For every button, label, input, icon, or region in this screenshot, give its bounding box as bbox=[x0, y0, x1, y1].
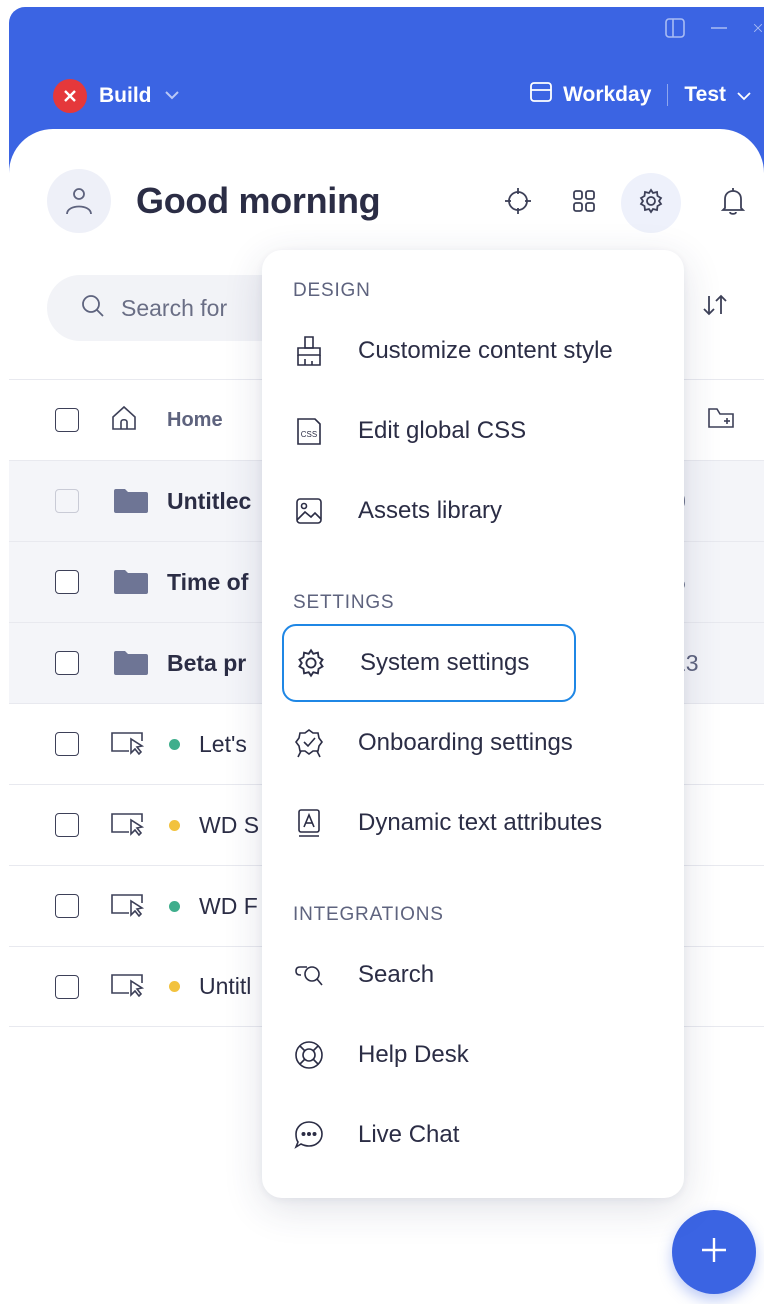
search-input[interactable] bbox=[121, 294, 271, 322]
menu-item-onboarding-settings[interactable]: Onboarding settings bbox=[282, 704, 576, 782]
sort-arrows-icon bbox=[701, 294, 729, 321]
text-attribute-icon bbox=[292, 806, 326, 840]
apps-button[interactable] bbox=[554, 173, 614, 233]
status-dot bbox=[169, 900, 180, 912]
bell-icon bbox=[720, 186, 746, 221]
menu-item-edit-global-css[interactable]: CSS Edit global CSS bbox=[282, 392, 576, 470]
status-dot bbox=[169, 738, 180, 750]
plus-icon bbox=[699, 1235, 729, 1270]
close-build-icon[interactable] bbox=[53, 79, 87, 113]
environment-mode: Test bbox=[684, 83, 726, 106]
menu-item-label: Search bbox=[358, 961, 435, 988]
row-checkbox[interactable] bbox=[55, 732, 79, 756]
home-icon bbox=[109, 403, 139, 438]
select-all-checkbox[interactable] bbox=[55, 408, 79, 432]
chevron-down-icon bbox=[736, 83, 752, 107]
item-title: Untitlec bbox=[167, 487, 252, 514]
row-checkbox[interactable] bbox=[55, 570, 79, 594]
window-controls bbox=[664, 17, 764, 39]
walkthru-icon bbox=[109, 891, 147, 922]
grid-icon bbox=[572, 189, 596, 218]
gear-icon bbox=[638, 187, 664, 219]
menu-item-label: Help Desk bbox=[358, 1041, 469, 1068]
menu-item-live-chat[interactable]: Live Chat bbox=[282, 1096, 576, 1174]
status-dot bbox=[169, 981, 180, 992]
row-checkbox[interactable] bbox=[55, 974, 79, 999]
paint-brush-icon bbox=[292, 334, 326, 368]
item-title: Let's bbox=[199, 730, 247, 757]
sidebar-toggle-icon[interactable] bbox=[664, 17, 686, 39]
new-folder-icon[interactable] bbox=[706, 405, 736, 436]
lifebuoy-icon bbox=[292, 1038, 326, 1072]
settings-button[interactable] bbox=[621, 173, 681, 233]
row-checkbox[interactable] bbox=[55, 651, 79, 675]
chat-bubble-icon bbox=[292, 1118, 326, 1152]
folder-icon bbox=[114, 570, 148, 594]
divider bbox=[667, 84, 669, 106]
page-title: Good morning bbox=[136, 180, 381, 221]
menu-item-system-settings[interactable]: System settings bbox=[282, 624, 576, 702]
target-button[interactable] bbox=[488, 173, 548, 233]
menu-item-assets-library[interactable]: Assets library bbox=[282, 472, 576, 550]
status-dot bbox=[169, 819, 180, 831]
folder-icon bbox=[114, 651, 148, 675]
minimize-icon[interactable] bbox=[708, 17, 730, 39]
svg-text:CSS: CSS bbox=[301, 430, 317, 439]
breadcrumb-home[interactable]: Home bbox=[167, 409, 223, 432]
item-title: WD F bbox=[199, 892, 258, 919]
menu-item-label: Onboarding settings bbox=[358, 729, 573, 756]
css-file-icon: CSS bbox=[292, 414, 326, 448]
menu-item-label: Edit global CSS bbox=[358, 417, 527, 444]
environment-selector[interactable]: Workday Test bbox=[529, 81, 752, 109]
item-title: Time of bbox=[167, 568, 249, 595]
chevron-down-icon bbox=[164, 87, 180, 105]
menu-item-customize-content-style[interactable]: Customize content style bbox=[282, 312, 613, 390]
avatar[interactable] bbox=[47, 169, 111, 233]
menu-item-search[interactable]: Search bbox=[282, 936, 576, 1014]
menu-item-label: Assets library bbox=[358, 497, 503, 524]
row-checkbox[interactable] bbox=[55, 813, 79, 837]
menu-item-label: System settings bbox=[360, 649, 530, 676]
section-title-settings: SETTINGS bbox=[293, 592, 395, 613]
environment-name: Workday bbox=[563, 83, 652, 106]
add-button[interactable] bbox=[672, 1210, 756, 1294]
sort-button[interactable] bbox=[701, 293, 729, 322]
walkthru-icon bbox=[109, 810, 147, 841]
row-checkbox[interactable] bbox=[55, 489, 79, 513]
search-icon bbox=[81, 294, 105, 323]
row-checkbox[interactable] bbox=[55, 894, 79, 918]
badge-check-icon bbox=[292, 726, 326, 760]
search-chat-icon bbox=[292, 958, 326, 992]
section-title-design: DESIGN bbox=[293, 280, 371, 301]
menu-item-dynamic-text-attributes[interactable]: Dynamic text attributes bbox=[282, 784, 602, 862]
settings-dropdown-menu: DESIGN Customize content style CSS Edit … bbox=[262, 250, 684, 1198]
build-mode-selector[interactable]: Build bbox=[53, 79, 180, 113]
item-title: Untitl bbox=[199, 973, 252, 999]
menu-item-label: Live Chat bbox=[358, 1121, 460, 1148]
menu-item-label: Dynamic text attributes bbox=[358, 809, 603, 836]
folder-icon bbox=[114, 489, 148, 513]
walkthru-icon bbox=[109, 971, 147, 1002]
build-label: Build bbox=[99, 84, 152, 107]
menu-item-label: Customize content style bbox=[358, 337, 613, 364]
item-title: Beta pr bbox=[167, 649, 247, 676]
menu-item-help-desk[interactable]: Help Desk bbox=[282, 1016, 576, 1094]
walkthru-icon bbox=[109, 729, 147, 760]
gear-icon bbox=[294, 646, 328, 680]
window-layout-icon bbox=[529, 81, 553, 109]
close-window-icon[interactable] bbox=[752, 17, 764, 39]
notifications-button[interactable] bbox=[703, 173, 763, 233]
item-title: WD S bbox=[199, 811, 260, 838]
crosshair-icon bbox=[503, 186, 533, 221]
image-icon bbox=[292, 494, 326, 528]
section-title-integrations: INTEGRATIONS bbox=[293, 904, 444, 925]
